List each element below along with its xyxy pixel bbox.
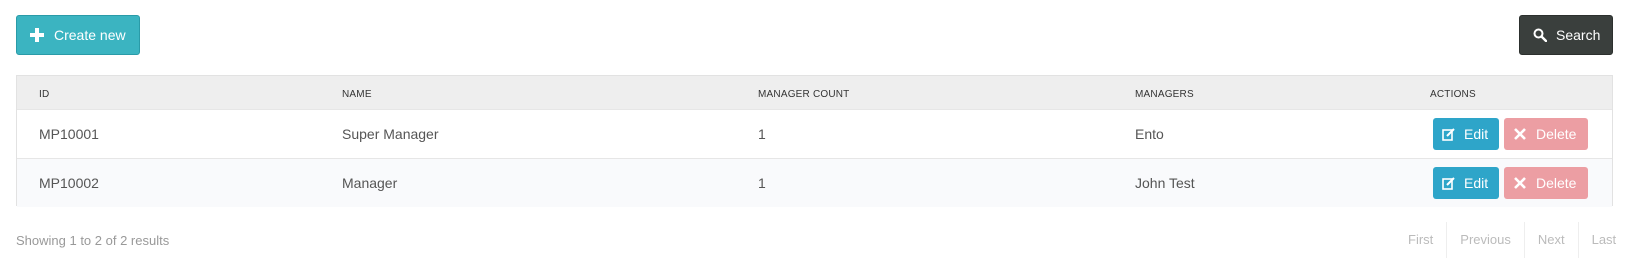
header-name: NAME bbox=[342, 89, 372, 100]
search-label: Search bbox=[1556, 27, 1601, 43]
pagination: First Previous Next Last bbox=[1395, 222, 1625, 258]
cell-managers: Ento bbox=[1135, 126, 1164, 142]
managers-table: ID NAME MANAGER COUNT MANAGERS ACTIONS M… bbox=[16, 75, 1613, 207]
cell-id: MP10001 bbox=[39, 126, 99, 142]
edit-icon bbox=[1442, 176, 1455, 190]
edit-label: Edit bbox=[1464, 175, 1489, 191]
pagination-next[interactable]: Next bbox=[1523, 222, 1578, 258]
delete-button[interactable]: Delete bbox=[1504, 118, 1588, 150]
results-summary: Showing 1 to 2 of 2 results bbox=[16, 233, 170, 248]
delete-label: Delete bbox=[1536, 126, 1577, 142]
edit-icon bbox=[1442, 127, 1455, 141]
create-new-label: Create new bbox=[54, 27, 126, 43]
close-icon bbox=[1514, 177, 1526, 189]
pagination-previous[interactable]: Previous bbox=[1446, 222, 1524, 258]
delete-label: Delete bbox=[1536, 175, 1577, 191]
cell-id: MP10002 bbox=[39, 175, 99, 191]
search-icon bbox=[1533, 28, 1547, 42]
table-header: ID NAME MANAGER COUNT MANAGERS ACTIONS bbox=[17, 76, 1612, 109]
cell-manager-count: 1 bbox=[758, 175, 766, 191]
header-managers: MANAGERS bbox=[1135, 89, 1194, 100]
pagination-first[interactable]: First bbox=[1395, 222, 1446, 258]
cell-name: Manager bbox=[342, 175, 398, 191]
search-button[interactable]: Search bbox=[1519, 15, 1613, 55]
header-manager-count: MANAGER COUNT bbox=[758, 89, 850, 100]
plus-icon bbox=[30, 28, 44, 42]
pagination-last[interactable]: Last bbox=[1577, 222, 1625, 258]
header-id: ID bbox=[39, 89, 50, 100]
edit-label: Edit bbox=[1464, 126, 1489, 142]
edit-button[interactable]: Edit bbox=[1433, 118, 1499, 150]
delete-button[interactable]: Delete bbox=[1504, 167, 1588, 199]
cell-managers: John Test bbox=[1135, 175, 1195, 191]
table-row: MP10001 Super Manager 1 Ento Edit Delete bbox=[17, 109, 1612, 158]
cell-name: Super Manager bbox=[342, 126, 439, 142]
header-actions: ACTIONS bbox=[1430, 89, 1476, 100]
create-new-button[interactable]: Create new bbox=[16, 15, 140, 55]
cell-manager-count: 1 bbox=[758, 126, 766, 142]
edit-button[interactable]: Edit bbox=[1433, 167, 1499, 199]
table-row: MP10002 Manager 1 John Test Edit Delete bbox=[17, 158, 1612, 207]
close-icon bbox=[1514, 128, 1526, 140]
